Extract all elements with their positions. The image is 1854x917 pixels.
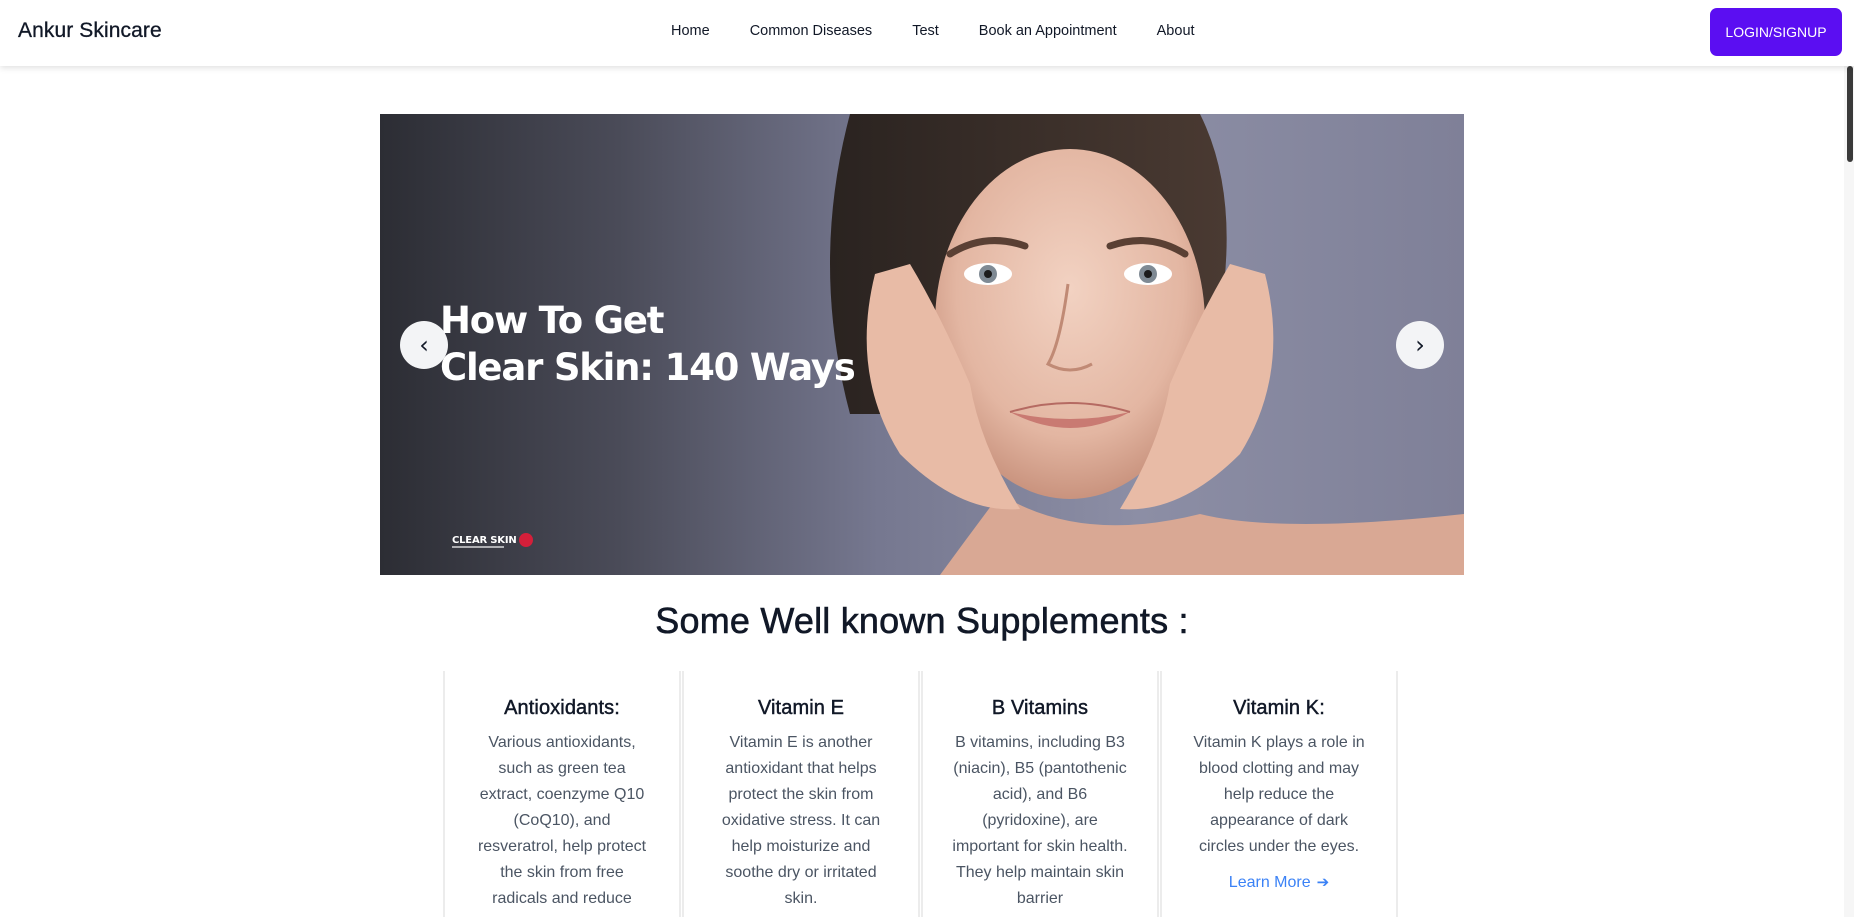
learn-more-label: Learn More	[1228, 874, 1311, 891]
nav-link-home[interactable]: Home	[671, 23, 710, 39]
navbar: Ankur Skincare Home Common Diseases Test…	[0, 0, 1854, 66]
nav-links: Home Common Diseases Test Book an Appoin…	[671, 23, 1195, 39]
logo-tagline-line	[452, 546, 504, 548]
page-scrollbar[interactable]	[1844, 0, 1854, 917]
login-signup-button[interactable]: LOGIN/SIGNUP	[1710, 8, 1842, 56]
clear-skin-logo-text: CLEAR SKIN	[452, 535, 517, 546]
supplement-card-b-vitamins: B Vitamins B vitamins, including B3 (nia…	[921, 671, 1159, 917]
card-title: Antioxidants:	[504, 697, 620, 719]
hero-carousel: How To Get Clear Skin: 140 Ways CLEAR SK…	[380, 114, 1464, 575]
carousel-slide-title: How To Get Clear Skin: 140 Ways	[440, 297, 856, 391]
card-text: B vitamins, including B3 (niacin), B5 (p…	[952, 734, 1128, 907]
supplement-card-vitamin-e: Vitamin E Vitamin E is another antioxida…	[682, 671, 920, 917]
nav-link-common-diseases[interactable]: Common Diseases	[750, 23, 873, 39]
arrow-right-icon: ➔	[1316, 874, 1330, 891]
brand-logo[interactable]: Ankur Skincare	[18, 19, 162, 43]
carousel-prev-button[interactable]: ‹	[400, 321, 448, 369]
nav-link-test[interactable]: Test	[912, 23, 939, 39]
card-text: Vitamin K plays a role in blood clotting…	[1193, 734, 1365, 855]
logo-badge-icon	[518, 533, 533, 547]
card-text: Various antioxidants, such as green tea …	[477, 734, 647, 907]
learn-more-link[interactable]: Learn More ➔	[1229, 873, 1329, 892]
card-title: Vitamin E	[757, 697, 845, 719]
card-text: Vitamin E is another antioxidant that he…	[721, 734, 881, 907]
nav-link-about[interactable]: About	[1157, 23, 1195, 39]
carousel-title-line-2: Clear Skin: 140 Ways	[440, 346, 856, 389]
clear-skin-logo: CLEAR SKIN	[452, 533, 533, 548]
supplement-card-vitamin-k: Vitamin K: Vitamin K plays a role in blo…	[1160, 671, 1398, 917]
supplement-card-antioxidants: Antioxidants: Various antioxidants, such…	[443, 671, 681, 917]
nav-link-book-appointment[interactable]: Book an Appointment	[979, 23, 1117, 39]
card-title: B Vitamins	[991, 697, 1089, 719]
supplement-cards: Antioxidants: Various antioxidants, such…	[443, 671, 1399, 917]
card-title: Vitamin K:	[1233, 697, 1325, 719]
scrollbar-thumb[interactable]	[1847, 66, 1853, 162]
carousel-title-line-1: How To Get	[440, 299, 664, 342]
supplements-heading: Some Well known Supplements :	[655, 600, 1189, 642]
carousel-next-button[interactable]: ›	[1396, 321, 1444, 369]
